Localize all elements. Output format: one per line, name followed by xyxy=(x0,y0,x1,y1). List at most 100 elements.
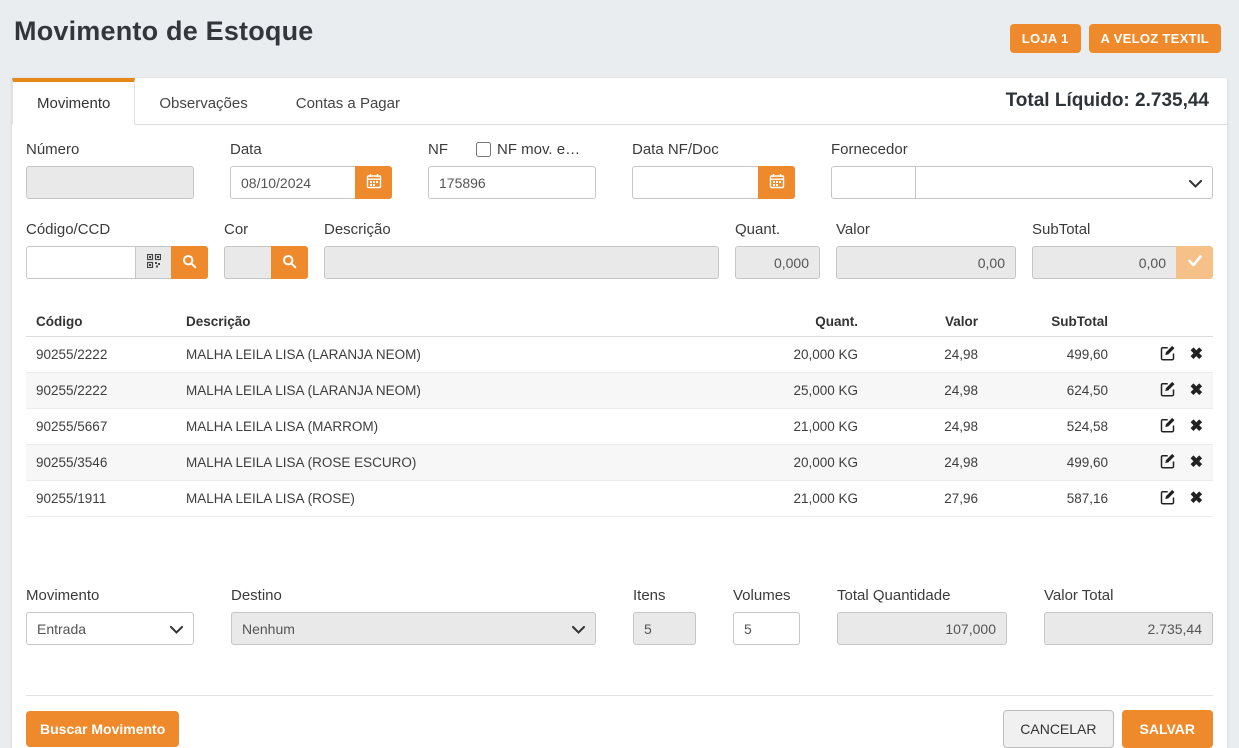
delete-row-icon[interactable]: ✖ xyxy=(1190,491,1203,507)
quant-label: Quant. xyxy=(735,221,820,238)
descricao-label: Descrição xyxy=(324,221,719,238)
salvar-button[interactable]: SALVAR xyxy=(1122,710,1213,748)
cell-subtotal: 587,16 xyxy=(988,481,1118,517)
fornecedor-label: Fornecedor xyxy=(831,141,1213,158)
subtotal-input xyxy=(1032,246,1176,279)
codigo-ccd-field: Código/CCD xyxy=(26,221,208,279)
col-actions xyxy=(1118,307,1213,337)
cell-descricao: MALHA LEILA LISA (ROSE) xyxy=(176,481,718,517)
card-body: Número Data NF xyxy=(12,125,1227,748)
data-nf-input[interactable] xyxy=(632,166,758,199)
cell-valor: 24,98 xyxy=(868,445,988,481)
nf-mov-checkbox[interactable] xyxy=(476,142,491,157)
nf-mov-checkbox-group: NF mov. e… xyxy=(476,141,580,158)
nf-input[interactable] xyxy=(428,166,596,199)
valor-total-field: Valor Total xyxy=(1044,587,1213,645)
data-field: Data xyxy=(230,141,392,199)
cor-label: Cor xyxy=(224,221,308,238)
cor-search-button[interactable] xyxy=(271,246,308,279)
cell-codigo: 90255/1911 xyxy=(26,481,176,517)
store-button[interactable]: LOJA 1 xyxy=(1010,24,1081,53)
delete-row-icon[interactable]: ✖ xyxy=(1190,419,1203,435)
chevron-down-icon xyxy=(170,621,183,637)
cell-subtotal: 524,58 xyxy=(988,409,1118,445)
data-calendar-button[interactable] xyxy=(355,166,392,199)
cell-quant: 20,000 KG xyxy=(718,445,868,481)
movimento-select[interactable]: Entrada xyxy=(26,612,194,645)
page-title: Movimento de Estoque xyxy=(14,16,314,47)
form-row-1: Número Data NF xyxy=(26,141,1213,199)
valor-total-input xyxy=(1044,612,1213,645)
cell-codigo: 90255/5667 xyxy=(26,409,176,445)
form-row-2: Código/CCD Cor xyxy=(26,221,1213,279)
table-header-row: Código Descrição Quant. Valor SubTotal xyxy=(26,307,1213,337)
qr-code-button[interactable] xyxy=(135,246,171,279)
tab-observacoes[interactable]: Observações xyxy=(135,78,271,124)
total-quantidade-field: Total Quantidade xyxy=(837,587,1007,645)
cor-input xyxy=(224,246,271,279)
cell-codigo: 90255/3546 xyxy=(26,445,176,481)
valor-input xyxy=(836,246,1016,279)
quant-input xyxy=(735,246,820,279)
cell-valor: 24,98 xyxy=(868,409,988,445)
table-row: 90255/5667 MALHA LEILA LISA (MARROM) 21,… xyxy=(26,409,1213,445)
descricao-field: Descrição xyxy=(324,221,719,279)
nf-field: NF NF mov. e… xyxy=(428,141,596,199)
cell-quant: 20,000 KG xyxy=(718,337,868,373)
table-row: 90255/2222 MALHA LEILA LISA (LARANJA NEO… xyxy=(26,373,1213,409)
data-input[interactable] xyxy=(230,166,355,199)
cell-quant: 21,000 KG xyxy=(718,481,868,517)
cell-actions: ✖ xyxy=(1118,409,1213,445)
data-nf-calendar-button[interactable] xyxy=(758,166,795,199)
actions-row: Buscar Movimento CANCELAR SALVAR xyxy=(26,696,1213,748)
edit-row-icon[interactable] xyxy=(1160,417,1176,436)
edit-row-icon[interactable] xyxy=(1160,345,1176,364)
cell-descricao: MALHA LEILA LISA (ROSE ESCURO) xyxy=(176,445,718,481)
tab-bar: Movimento Observações Contas a Pagar Tot… xyxy=(12,78,1227,125)
items-table: Código Descrição Quant. Valor SubTotal 9… xyxy=(26,307,1213,517)
cell-codigo: 90255/2222 xyxy=(26,373,176,409)
total-quantidade-input xyxy=(837,612,1007,645)
codigo-search-button[interactable] xyxy=(171,246,208,279)
total-quantidade-label: Total Quantidade xyxy=(837,587,1007,604)
codigo-ccd-input[interactable] xyxy=(26,246,135,279)
tab-contas-a-pagar[interactable]: Contas a Pagar xyxy=(272,78,424,124)
cell-valor: 24,98 xyxy=(868,337,988,373)
table-row: 90255/1911 MALHA LEILA LISA (ROSE) 21,00… xyxy=(26,481,1213,517)
buscar-movimento-button[interactable]: Buscar Movimento xyxy=(26,711,179,747)
total-liquido: Total Líquido: 2.735,44 xyxy=(1006,90,1227,112)
cell-descricao: MALHA LEILA LISA (LARANJA NEOM) xyxy=(176,337,718,373)
movimento-select-value: Entrada xyxy=(37,621,170,637)
page-header: Movimento de Estoque LOJA 1 A VELOZ TEXT… xyxy=(0,0,1239,78)
delete-row-icon[interactable]: ✖ xyxy=(1190,455,1203,471)
chevron-down-icon xyxy=(572,621,585,637)
volumes-field: Volumes xyxy=(733,587,800,645)
delete-row-icon[interactable]: ✖ xyxy=(1190,383,1203,399)
delete-row-icon[interactable]: ✖ xyxy=(1190,347,1203,363)
fornecedor-code-input[interactable] xyxy=(831,166,916,199)
edit-row-icon[interactable] xyxy=(1160,453,1176,472)
company-button[interactable]: A VELOZ TEXTIL xyxy=(1089,24,1221,53)
cancelar-button[interactable]: CANCELAR xyxy=(1003,710,1113,748)
right-actions: CANCELAR SALVAR xyxy=(1003,710,1213,748)
check-icon xyxy=(1188,255,1202,270)
volumes-input[interactable] xyxy=(733,612,800,645)
tab-movimento[interactable]: Movimento xyxy=(12,78,135,125)
cell-subtotal: 624,50 xyxy=(988,373,1118,409)
edit-row-icon[interactable] xyxy=(1160,489,1176,508)
movimento-label: Movimento xyxy=(26,587,194,604)
summary-row: Movimento Entrada Destino Nenhum xyxy=(26,587,1213,645)
cell-codigo: 90255/2222 xyxy=(26,337,176,373)
total-liquido-value: 2.735,44 xyxy=(1135,90,1209,111)
subtotal-field: SubTotal xyxy=(1032,221,1213,279)
col-codigo: Código xyxy=(26,307,176,337)
destino-select: Nenhum xyxy=(231,612,596,645)
table-row: 90255/3546 MALHA LEILA LISA (ROSE ESCURO… xyxy=(26,445,1213,481)
qr-code-icon xyxy=(147,254,161,271)
edit-row-icon[interactable] xyxy=(1160,381,1176,400)
fornecedor-select[interactable] xyxy=(916,166,1213,199)
nf-label: NF xyxy=(428,141,448,158)
numero-label: Número xyxy=(26,141,194,158)
confirm-item-button[interactable] xyxy=(1176,246,1213,279)
cell-descricao: MALHA LEILA LISA (MARROM) xyxy=(176,409,718,445)
